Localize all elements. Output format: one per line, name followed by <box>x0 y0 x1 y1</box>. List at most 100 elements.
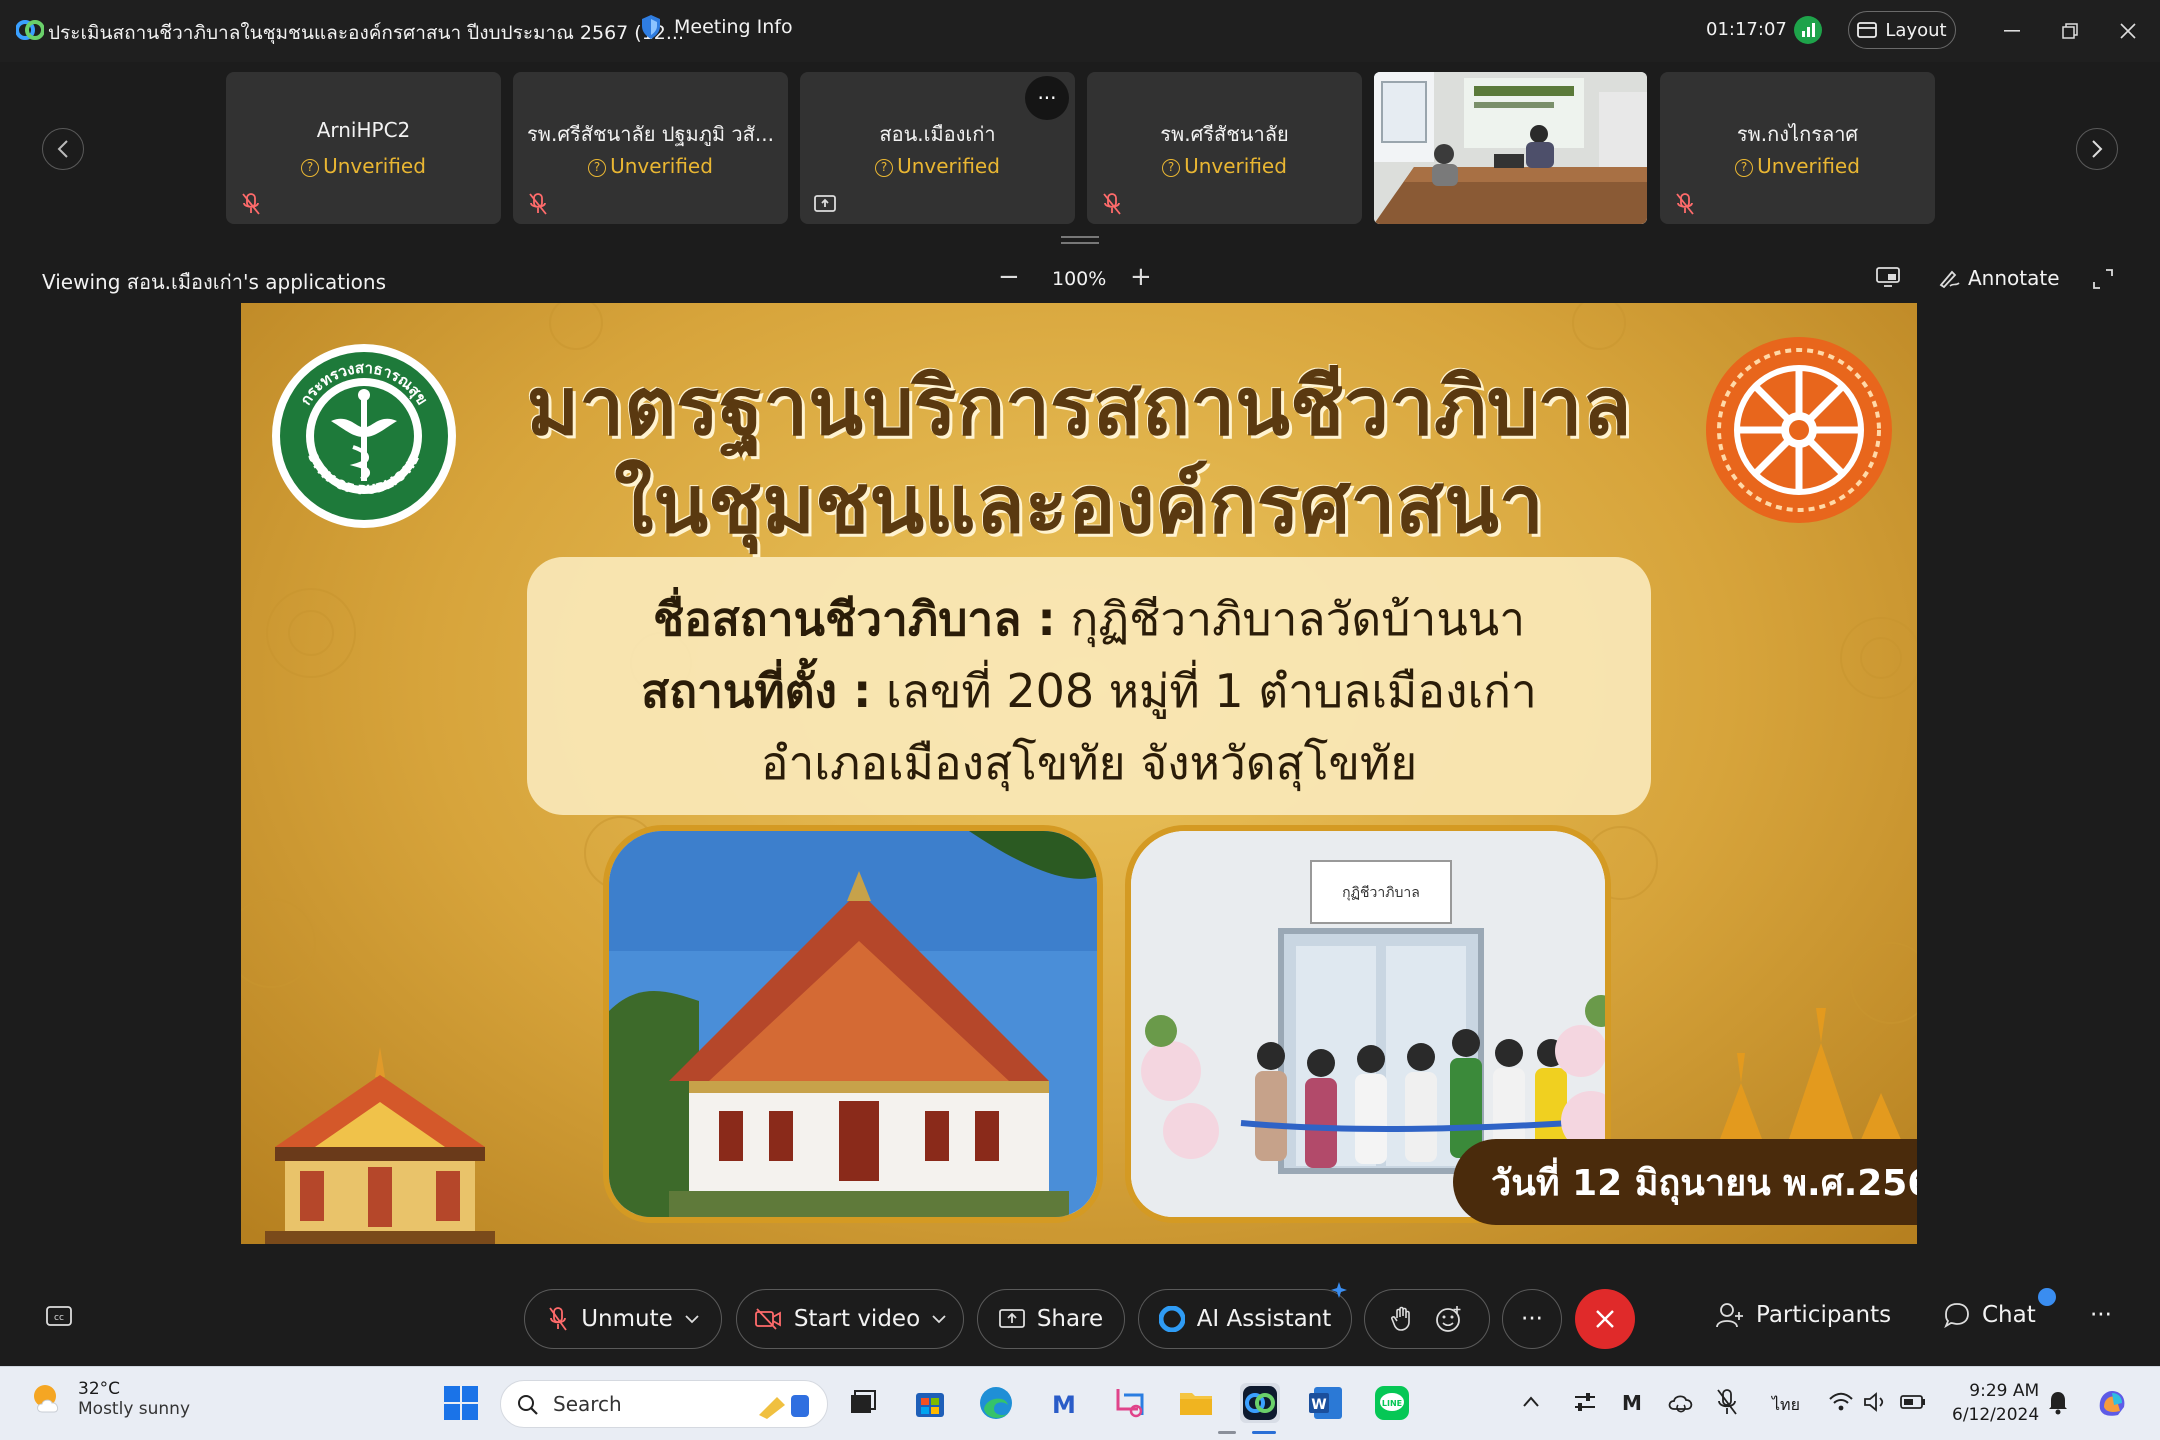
close-icon <box>1596 1310 1614 1328</box>
battery-icon[interactable] <box>1900 1393 1926 1411</box>
participants-button[interactable]: Participants <box>1716 1302 1891 1328</box>
participant-status: ? Unverified <box>513 154 788 178</box>
unmute-button[interactable]: Unmute <box>524 1289 722 1349</box>
participant-name: รพ.ศรีสัชนาลัย <box>1160 122 1289 146</box>
participant-video-tile[interactable] <box>1374 72 1647 224</box>
participant-tile[interactable]: ArniHPC2 ? Unverified <box>226 72 501 224</box>
cloud-sync-icon[interactable] <box>1666 1389 1696 1415</box>
close-window-button[interactable] <box>2108 14 2148 48</box>
shared-screen[interactable]: กระทรวงสาธารณสุข MINISTRY OF PUBLIC HEAL… <box>241 303 1917 1244</box>
copilot-icon[interactable] <box>2094 1385 2130 1421</box>
word-app-icon[interactable]: W <box>1306 1383 1346 1423</box>
input-language[interactable]: ไทย <box>1772 1393 1800 1418</box>
share-view-icon[interactable] <box>1876 266 1900 288</box>
svg-text:cc: cc <box>54 1313 64 1323</box>
svg-text:LINE: LINE <box>1382 1399 1402 1408</box>
start-video-button[interactable]: Start video <box>736 1289 964 1349</box>
end-call-button[interactable] <box>1575 1289 1635 1349</box>
share-screen-icon <box>998 1309 1025 1328</box>
participant-tile[interactable]: รพ.กงไกรลาศ ? Unverified <box>1660 72 1935 224</box>
chevron-down-icon <box>685 1315 699 1324</box>
mail-app-icon[interactable]: M <box>1044 1383 1084 1423</box>
temple-illustration <box>609 831 1097 1217</box>
sun-cloud-icon <box>34 1385 59 1413</box>
notification-bell-icon[interactable] <box>2046 1389 2070 1415</box>
raise-hand-icon[interactable] <box>1391 1306 1413 1332</box>
pavilion-ornament <box>265 1047 495 1244</box>
info-box: ชื่อสถานชีวาภิบาล : กุฏิชีวาภิบาลวัดบ้าน… <box>527 557 1651 815</box>
mic-muted-icon <box>1676 193 1694 215</box>
participant-status: ? Unverified <box>1087 154 1362 178</box>
meeting-room-video <box>1374 72 1647 224</box>
question-icon: ? <box>588 159 607 177</box>
gmail-tray-icon[interactable]: M <box>1618 1389 1646 1415</box>
mic-muted-icon <box>549 1307 567 1331</box>
facility-name-line: ชื่อสถานชีวาภิบาล : กุฏิชีวาภิบาลวัดบ้าน… <box>527 583 1651 656</box>
webex-app-icon[interactable] <box>1240 1383 1280 1423</box>
location-value: เลขที่ 208 หมู่ที่ 1 ตำบลเมืองเก่า <box>871 664 1537 718</box>
running-indicator <box>1218 1431 1236 1434</box>
file-explorer-icon[interactable] <box>1176 1383 1216 1423</box>
snipping-tool-icon[interactable] <box>1110 1383 1150 1423</box>
network-signal-icon[interactable] <box>1794 16 1822 44</box>
participant-name: สอน.เมืองเก่า <box>879 122 996 146</box>
wifi-icon[interactable] <box>1828 1391 1854 1413</box>
fullscreen-icon[interactable] <box>2092 268 2114 290</box>
annotate-label: Annotate <box>1968 266 2060 290</box>
location-line2: อำเภอเมืองสุโขทัย จังหวัดสุโขทัย <box>760 736 1418 790</box>
search-icon <box>518 1395 538 1415</box>
svg-text:M: M <box>1052 1391 1076 1419</box>
minimize-button[interactable] <box>1992 14 2032 48</box>
chevron-left-icon <box>57 140 68 158</box>
zoom-out-button[interactable]: − <box>998 262 1020 292</box>
tile-more-button[interactable]: ··· <box>1025 76 1069 120</box>
windows-start-icon[interactable] <box>441 1383 481 1423</box>
edge-browser-icon[interactable] <box>976 1383 1016 1423</box>
question-icon: ? <box>1735 159 1754 177</box>
volume-icon[interactable] <box>1862 1391 1888 1413</box>
unmute-label: Unmute <box>581 1306 673 1332</box>
chevron-right-icon <box>2092 140 2103 158</box>
window-title: ประเมินสถานชีวาภิบาลในชุมชนและองค์กรศาสน… <box>48 22 684 44</box>
overflow-menu-button[interactable]: ··· <box>2090 1302 2112 1328</box>
more-options-button[interactable]: ··· <box>1502 1289 1562 1349</box>
participant-tile-presenter[interactable]: สอน.เมืองเก่า ? Unverified ··· <box>800 72 1075 224</box>
viewing-label: Viewing สอน.เมืองเก่า's applications <box>42 270 386 294</box>
taskbar-clock[interactable]: 9:29 AM 6/12/2024 <box>1952 1379 2039 1427</box>
settings-sliders-icon[interactable] <box>1572 1389 1598 1415</box>
mic-muted-icon <box>1103 193 1121 215</box>
participant-name: รพ.กงไกรลาศ <box>1736 122 1859 146</box>
strip-prev-button[interactable] <box>42 128 84 170</box>
annotate-button[interactable]: Annotate <box>1938 266 2060 290</box>
mic-muted-icon <box>529 193 547 215</box>
strip-resize-handle[interactable] <box>1061 236 1099 244</box>
ai-assistant-button[interactable]: AI Assistant <box>1138 1282 1352 1349</box>
mic-muted-icon[interactable] <box>1714 1387 1740 1417</box>
restore-button[interactable] <box>2050 14 2090 48</box>
share-button[interactable]: Share <box>977 1289 1125 1349</box>
weather-condition: Mostly sunny <box>78 1399 191 1419</box>
chat-icon <box>1944 1303 1969 1328</box>
participant-tile[interactable]: รพ.ศรีสัชนาลัย ? Unverified <box>1087 72 1362 224</box>
layout-button[interactable]: Layout <box>1848 11 1956 49</box>
line-app-icon[interactable]: LINE <box>1372 1383 1412 1423</box>
task-view-icon[interactable] <box>842 1383 882 1423</box>
participants-label: Participants <box>1756 1302 1892 1328</box>
ai-assistant-label: AI Assistant <box>1196 1306 1332 1332</box>
microsoft-store-icon[interactable] <box>910 1383 950 1423</box>
weather-widget[interactable]: 32°C Mostly sunny <box>30 1379 190 1419</box>
meeting-info-label: Meeting Info <box>674 16 793 38</box>
chevron-up-icon[interactable] <box>1520 1391 1542 1413</box>
taskbar-search-box[interactable]: Search <box>500 1380 828 1428</box>
meeting-info-button[interactable]: Meeting Info <box>640 14 793 40</box>
chat-button[interactable]: Chat <box>1944 1302 2036 1328</box>
zoom-in-button[interactable]: + <box>1130 262 1152 292</box>
participant-tile[interactable]: รพ.ศรีสัชนาลัย ปฐมภูมิ วสั... ? Unverifie… <box>513 72 788 224</box>
location-line: สถานที่ตั้ง : เลขที่ 208 หมู่ที่ 1 ตำบลเ… <box>527 655 1651 728</box>
emoji-reaction-icon[interactable] <box>1435 1305 1463 1333</box>
slide-title-line2: ในชุมชนและองค์กรศาสนา <box>614 458 1544 551</box>
strip-next-button[interactable] <box>2076 128 2118 170</box>
closed-captions-icon[interactable]: cc <box>46 1306 72 1328</box>
windows-taskbar: 32°C Mostly sunny Search M W LINE M ไทย … <box>0 1366 2160 1440</box>
participant-status: ? Unverified <box>1660 154 1935 178</box>
